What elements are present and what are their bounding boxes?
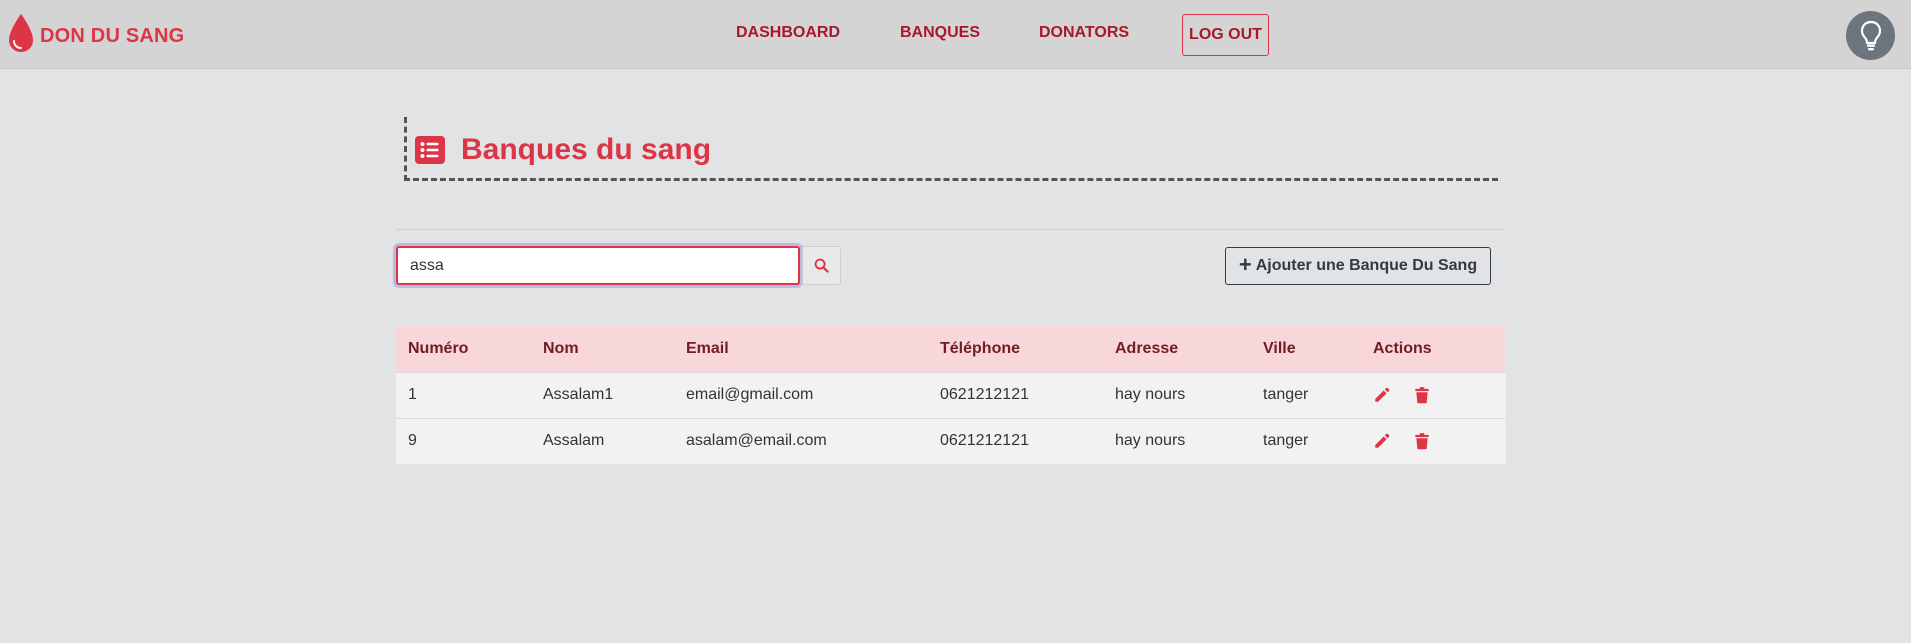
pencil-icon[interactable]	[1373, 432, 1391, 450]
header-nom: Nom	[531, 326, 674, 372]
nav-donators[interactable]: DONATORS	[1039, 24, 1129, 42]
cell-adresse: hay nours	[1103, 417, 1251, 464]
brand-logo[interactable]: DON DU SANG	[6, 12, 184, 54]
trash-icon[interactable]	[1413, 432, 1431, 450]
cell-ville: tanger	[1251, 371, 1361, 418]
cell-telephone: 0621212121	[928, 371, 1103, 418]
blood-drop-icon	[9, 14, 33, 52]
cell-email: asalam@email.com	[674, 417, 928, 464]
cell-email: email@gmail.com	[674, 371, 928, 418]
logout-button[interactable]: LOG OUT	[1182, 14, 1269, 56]
table-row: 1 Assalam1 email@gmail.com 0621212121 ha…	[396, 371, 1506, 418]
cell-actions	[1361, 371, 1506, 418]
cell-numero: 9	[396, 417, 531, 464]
header-numero: Numéro	[396, 326, 531, 372]
top-navbar: DON DU SANG DASHBOARD BANQUES DONATORS L…	[0, 0, 1911, 69]
cell-numero: 1	[396, 371, 531, 418]
page-title: Banques du sang	[461, 132, 712, 166]
add-button-label: Ajouter une Banque Du Sang	[1255, 257, 1478, 274]
nav-dashboard[interactable]: DASHBOARD	[736, 24, 840, 42]
brand-name: DON DU SANG	[40, 24, 185, 47]
cell-ville: tanger	[1251, 417, 1361, 464]
cell-nom: Assalam1	[531, 371, 674, 418]
table-header-row: Numéro Nom Email Téléphone Adresse Ville…	[396, 326, 1506, 372]
divider	[396, 229, 1506, 230]
cell-nom: Assalam	[531, 417, 674, 464]
trash-icon[interactable]	[1413, 386, 1431, 404]
cell-adresse: hay nours	[1103, 371, 1251, 418]
header-actions: Actions	[1361, 326, 1506, 372]
header-adresse: Adresse	[1103, 326, 1251, 372]
search-input[interactable]	[396, 246, 800, 285]
pencil-icon[interactable]	[1373, 386, 1391, 404]
header-email: Email	[674, 326, 928, 372]
cell-actions	[1361, 417, 1506, 464]
header-telephone: Téléphone	[928, 326, 1103, 372]
search-icon	[814, 258, 829, 273]
table-row: 9 Assalam asalam@email.com 0621212121 ha…	[396, 417, 1506, 464]
page-heading: Banques du sang	[404, 117, 1498, 181]
blood-banks-table: Numéro Nom Email Téléphone Adresse Ville…	[396, 326, 1506, 464]
cell-telephone: 0621212121	[928, 417, 1103, 464]
help-button[interactable]	[1846, 11, 1895, 60]
plus-icon: +	[1238, 252, 1252, 277]
search-button[interactable]	[802, 246, 841, 285]
add-blood-bank-button[interactable]: + Ajouter une Banque Du Sang	[1225, 247, 1491, 285]
lightbulb-icon	[1860, 20, 1881, 50]
nav-banques[interactable]: BANQUES	[900, 24, 980, 42]
header-ville: Ville	[1251, 326, 1361, 372]
list-icon	[415, 135, 445, 164]
